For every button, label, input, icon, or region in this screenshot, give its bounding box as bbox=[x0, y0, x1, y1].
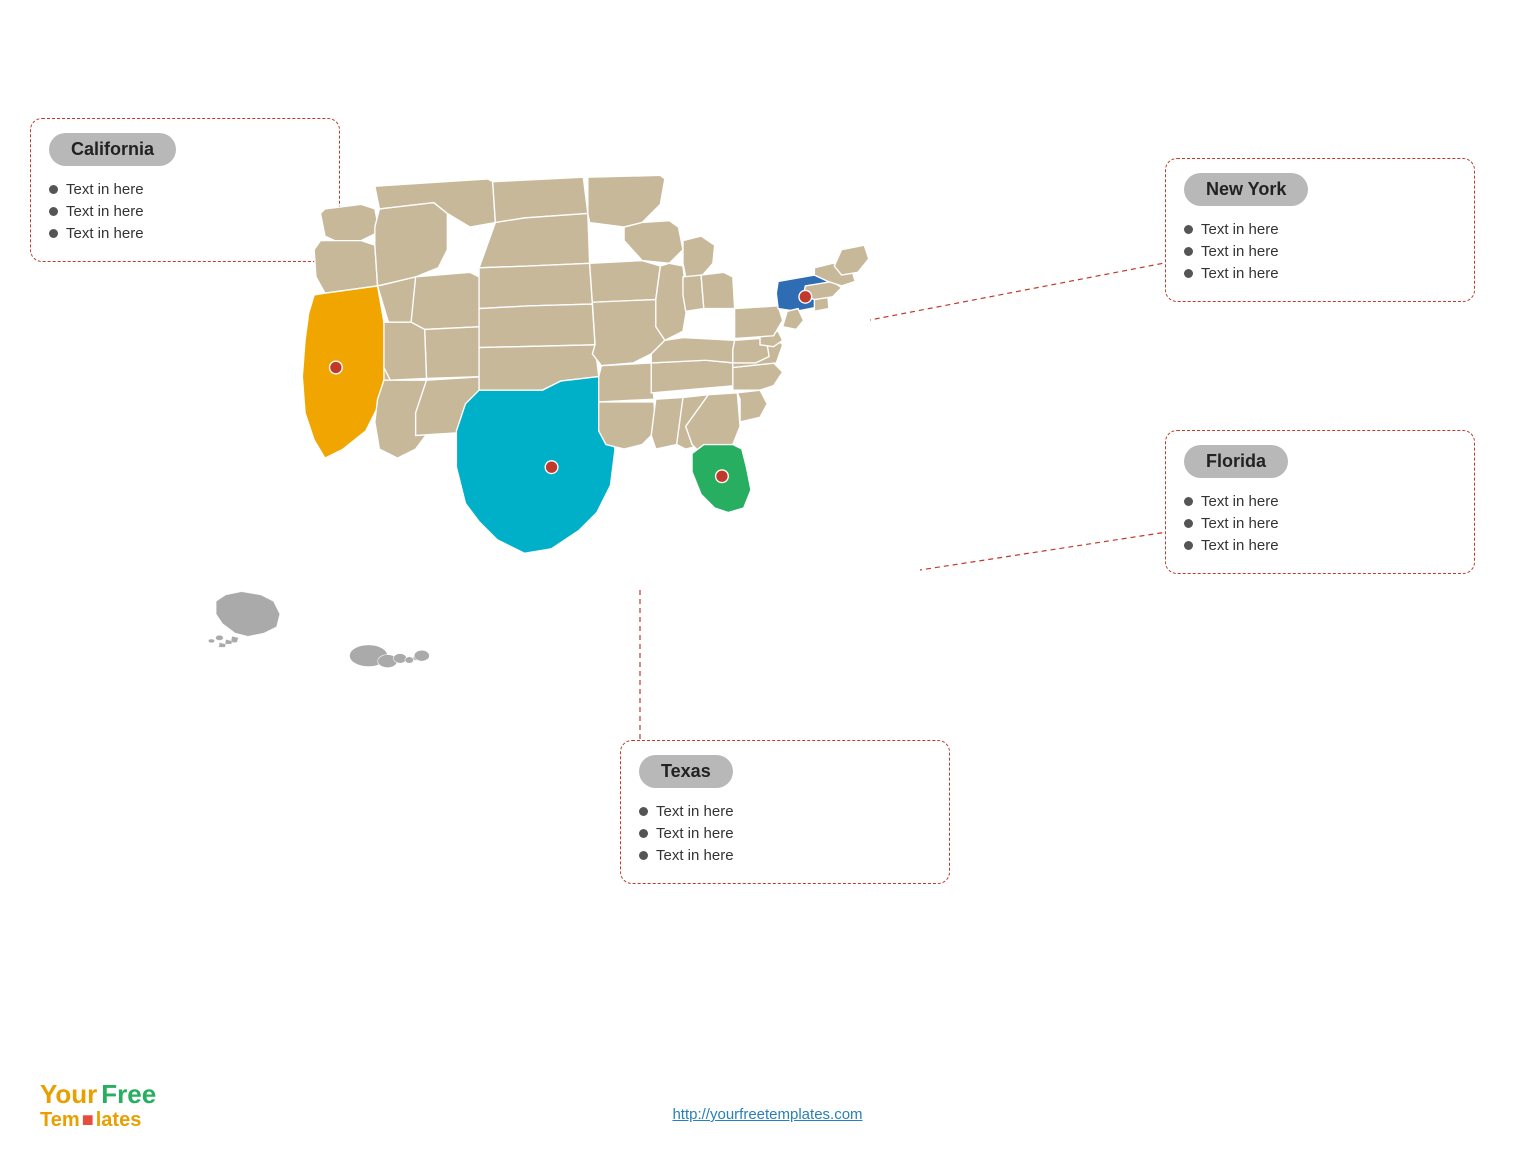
page-container: California Text in here Text in here Tex… bbox=[0, 0, 1535, 1151]
logo-free: Free bbox=[101, 1080, 156, 1109]
newyork-items: Text in here Text in here Text in here bbox=[1184, 221, 1456, 282]
list-item: Text in here bbox=[1184, 515, 1456, 532]
florida-title: Florida bbox=[1184, 445, 1288, 478]
logo-tem: Tem bbox=[40, 1109, 80, 1131]
list-item: Text in here bbox=[1184, 243, 1456, 260]
footer-url[interactable]: http://yourfreetemplates.com bbox=[672, 1106, 862, 1123]
list-item: Text in here bbox=[639, 847, 931, 864]
list-item: Text in here bbox=[1184, 265, 1456, 282]
logo-plate-icon: ■ bbox=[82, 1109, 94, 1131]
newyork-callout: New York Text in here Text in here Text … bbox=[1165, 158, 1475, 302]
florida-callout: Florida Text in here Text in here Text i… bbox=[1165, 430, 1475, 574]
texas-title: Texas bbox=[639, 755, 733, 788]
list-item: Text in here bbox=[639, 803, 931, 820]
texas-items: Text in here Text in here Text in here bbox=[639, 803, 931, 864]
logo-lates: lates bbox=[96, 1109, 142, 1131]
texas-callout: Texas Text in here Text in here Text in … bbox=[620, 740, 950, 884]
map-container bbox=[180, 130, 1050, 750]
florida-items: Text in here Text in here Text in here bbox=[1184, 493, 1456, 554]
list-item: Text in here bbox=[1184, 493, 1456, 510]
logo-your: Your bbox=[40, 1080, 97, 1109]
list-item: Text in here bbox=[1184, 537, 1456, 554]
footer-logo: Your Free Tem ■ lates bbox=[40, 1080, 156, 1131]
newyork-title: New York bbox=[1184, 173, 1308, 206]
california-title: California bbox=[49, 133, 176, 166]
list-item: Text in here bbox=[639, 825, 931, 842]
list-item: Text in here bbox=[1184, 221, 1456, 238]
usa-map bbox=[180, 130, 1050, 750]
